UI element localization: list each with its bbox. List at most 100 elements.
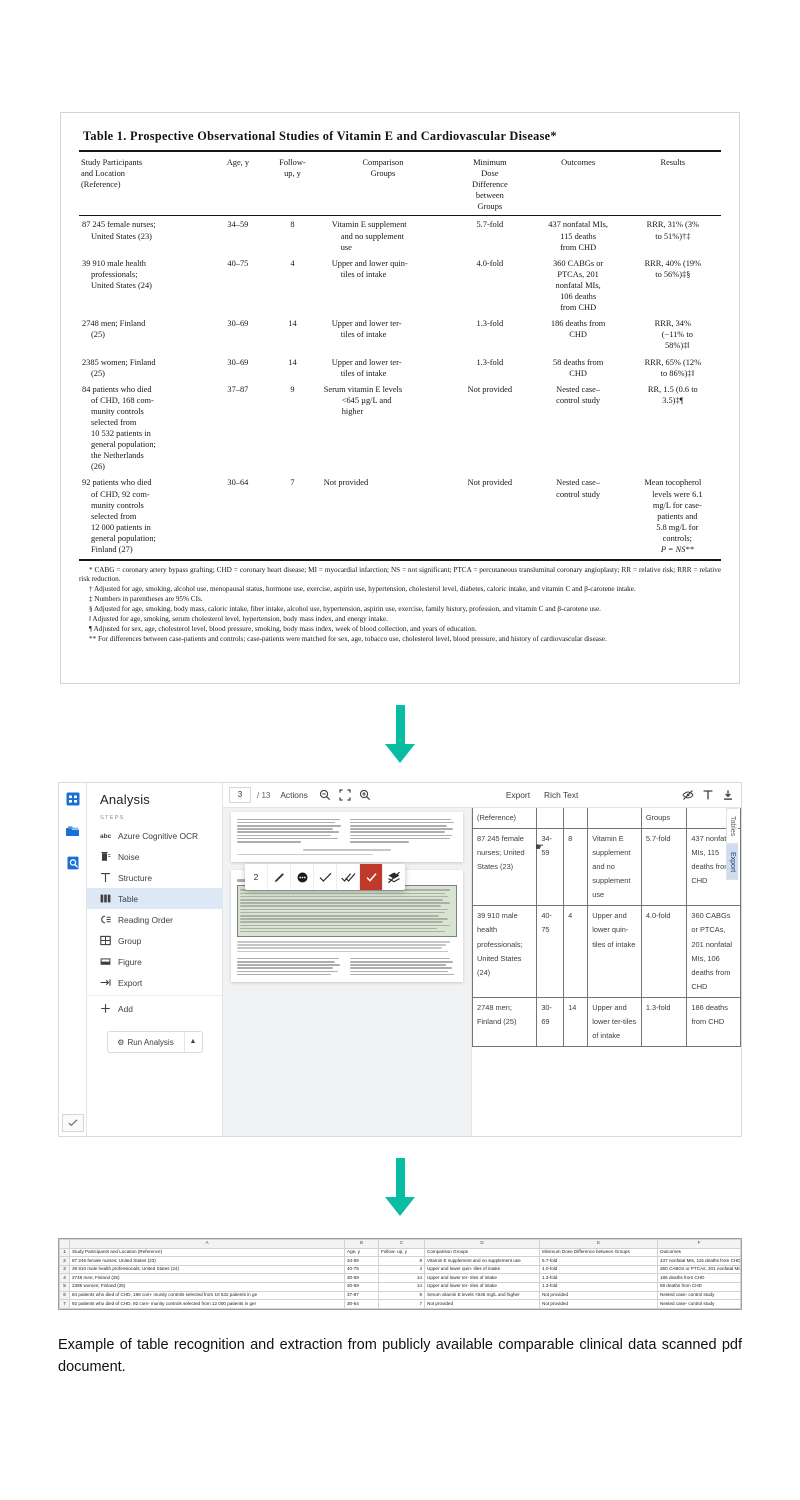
column-header-f[interactable]: F <box>657 1239 741 1249</box>
cell-f[interactable] <box>657 1307 741 1309</box>
cell-b[interactable]: 34-59 <box>344 1256 379 1266</box>
column-header-c[interactable]: C <box>378 1239 425 1249</box>
cell-c[interactable] <box>378 1307 425 1309</box>
cell-a[interactable]: 2748 men; Finland (25) <box>69 1273 345 1283</box>
cell-d[interactable]: Upper and lower ter- tiles of intake <box>424 1281 540 1292</box>
check-icon[interactable] <box>314 864 337 890</box>
cell-a[interactable]: 2385 women; Finland (25) <box>69 1281 345 1292</box>
row-number[interactable]: 8 <box>59 1307 70 1309</box>
cell-outcomes[interactable]: 186 deaths from CHD <box>686 996 741 1047</box>
page-preview-top[interactable] <box>231 812 463 862</box>
cell-f[interactable]: 186 deaths from CHD <box>657 1273 741 1283</box>
sidebar-item-structure[interactable]: Structure <box>87 867 222 888</box>
cell-c[interactable]: 14 <box>378 1281 425 1292</box>
dots-circle-icon[interactable] <box>291 864 314 890</box>
row-number[interactable]: 1 <box>59 1247 70 1258</box>
sidebar-item-reading-order[interactable]: Reading Order <box>87 909 222 930</box>
row-number[interactable]: 3 <box>59 1264 70 1275</box>
cell-dose[interactable]: 1.3-fold <box>640 996 688 1047</box>
cell-c[interactable]: 14 <box>378 1273 425 1283</box>
cell-f[interactable]: 360 CABGs or PTCAs, 201 nonfatal MIs, 10… <box>657 1264 741 1275</box>
cell-e[interactable]: Minimum Dose Difference between Groups <box>539 1247 658 1258</box>
zoom-in-icon[interactable] <box>358 788 372 802</box>
folder-icon[interactable] <box>65 824 80 838</box>
grid-icon[interactable] <box>66 792 80 806</box>
export-button[interactable]: Export <box>502 790 534 800</box>
cell-a[interactable]: 39 910 male health professionals; United… <box>69 1264 345 1275</box>
column-header-e[interactable]: E <box>539 1239 658 1249</box>
sidebar-item-azure-cognitive-ocr[interactable]: abc Azure Cognitive OCR <box>87 825 222 846</box>
cell-c[interactable]: 7 <box>378 1299 425 1309</box>
eye-off-icon[interactable] <box>681 788 695 802</box>
row-number[interactable]: 6 <box>59 1290 70 1301</box>
cell-c[interactable]: 8 <box>378 1256 425 1266</box>
cell-b[interactable]: 30-64 <box>344 1299 379 1309</box>
cell-reference-header[interactable]: (Reference) <box>472 808 538 830</box>
pencil-icon[interactable] <box>268 864 291 890</box>
rich-text-button[interactable]: Rich Text <box>540 790 582 800</box>
cell-followup[interactable]: 14 <box>563 996 589 1047</box>
column-header-a[interactable]: A <box>69 1239 345 1249</box>
checkbox-checked-icon[interactable] <box>360 864 383 890</box>
document-search-icon[interactable] <box>66 856 80 870</box>
cell-dose[interactable]: 5.7-fold <box>640 828 688 907</box>
sidebar-item-figure[interactable]: Figure <box>87 951 222 972</box>
sidebar-item-group[interactable]: Group <box>87 930 222 951</box>
sidebar-item-noise[interactable]: Noise <box>87 846 222 867</box>
cell-e[interactable]: 1.3-fold <box>539 1281 658 1292</box>
cell-participants[interactable]: 2748 men; Finland (25) <box>472 996 538 1047</box>
fit-screen-icon[interactable] <box>338 788 352 802</box>
cell-a[interactable]: 84 patients who died of CHD, 168 com- mu… <box>69 1290 345 1301</box>
cell-participants[interactable]: 39 910 male health professionals; United… <box>472 905 538 998</box>
sidebar-item-table[interactable]: Table <box>87 888 222 909</box>
cell-b[interactable]: 30-69 <box>344 1281 379 1292</box>
cell-age[interactable]: 30-69 <box>536 996 565 1047</box>
run-analysis-button[interactable]: ⚙ Run Analysis ▲ <box>106 1031 203 1053</box>
cell-f[interactable]: 58 deaths from CHD <box>657 1281 741 1292</box>
cell-e[interactable]: 1.3-fold <box>539 1273 658 1283</box>
double-check-icon[interactable] <box>337 864 360 890</box>
cell-b[interactable]: 40-75 <box>344 1264 379 1275</box>
zoom-out-icon[interactable] <box>318 788 332 802</box>
download-icon[interactable] <box>721 788 735 802</box>
cell-outcomes[interactable]: 360 CABGs or PTCAs, 201 nonfatal MIs, 10… <box>686 905 741 998</box>
text-t-icon[interactable] <box>701 788 715 802</box>
cell-a[interactable]: 87 245 female nurses; United States (23) <box>69 1256 345 1266</box>
cell-comparison[interactable]: Vitamin E supplement and no supplement u… <box>587 828 642 907</box>
cell-comparison[interactable]: Upper and lower ter-tiles of intake <box>587 996 642 1047</box>
cell-b[interactable] <box>344 1307 379 1309</box>
cell-dose[interactable]: 4.0-fold <box>640 905 688 998</box>
extracted-table-panel[interactable]: (Reference) Groups 87 245 female nurses;… <box>471 808 741 1136</box>
cell-followup[interactable]: 8 <box>563 828 589 907</box>
cell-e[interactable]: 4.0-fold <box>539 1264 658 1275</box>
cell-f[interactable]: 437 nonfatal MIs, 115 deaths from CHD <box>657 1256 741 1266</box>
cell-f[interactable]: Outcomes <box>657 1247 741 1258</box>
cell-e[interactable]: Not provided <box>539 1299 658 1309</box>
cell-groups-header[interactable]: Groups <box>640 808 688 830</box>
cell-b[interactable]: Age, y <box>344 1247 379 1258</box>
cell-a[interactable] <box>69 1307 345 1309</box>
cell-c[interactable]: 4 <box>378 1264 425 1275</box>
cell-e[interactable] <box>539 1307 658 1309</box>
cell-c[interactable]: 9 <box>378 1290 425 1301</box>
cell-participants[interactable]: 87 245 female nurses; United States (23) <box>472 828 538 907</box>
page-preview-column[interactable]: 2 <box>223 808 471 1136</box>
row-number[interactable]: 7 <box>59 1299 70 1309</box>
column-header-d[interactable]: D <box>424 1239 540 1249</box>
cell-d[interactable]: Not provided <box>424 1299 540 1309</box>
tab-export[interactable]: Export <box>726 844 738 881</box>
rail-check-button[interactable] <box>62 1114 84 1132</box>
chevron-up-icon[interactable]: ▲ <box>183 1032 202 1052</box>
column-header-b[interactable]: B <box>344 1239 379 1249</box>
sidebar-item-export[interactable]: Export <box>87 972 222 993</box>
layers-off-icon[interactable] <box>383 864 405 890</box>
cell-d[interactable]: Upper and lower ter- tiles of intake <box>424 1273 540 1283</box>
cell-c[interactable]: Follow- up, y <box>378 1247 425 1258</box>
cell-f[interactable]: Nested case- control study <box>657 1299 741 1309</box>
cell-age[interactable]: 34-59 <box>536 828 565 907</box>
row-number[interactable]: 2 <box>59 1256 70 1266</box>
cell-d[interactable]: Vitamin E supplement and no supplement u… <box>424 1256 540 1266</box>
cell-a[interactable]: Study Participants and Location (Referen… <box>69 1247 345 1258</box>
row-number[interactable]: 5 <box>59 1281 70 1292</box>
cell-comparison[interactable]: Upper and lower quin-tiles of intake <box>587 905 642 998</box>
